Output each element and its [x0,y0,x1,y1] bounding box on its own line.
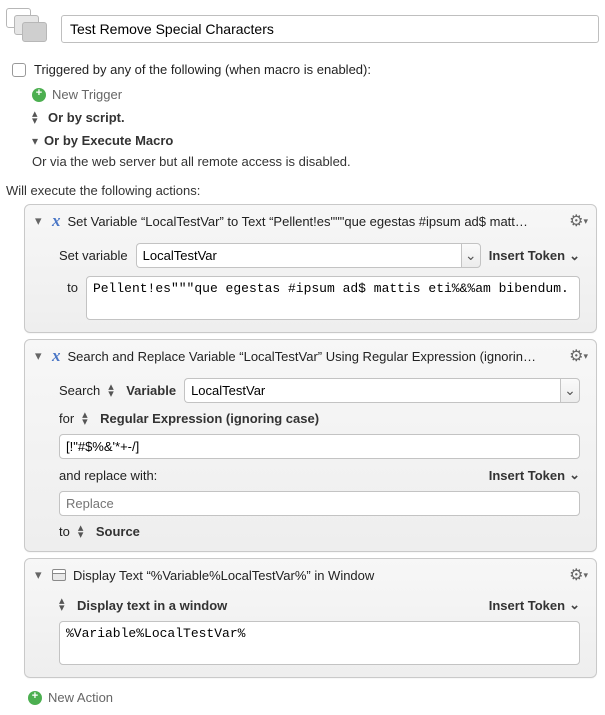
trigger-script-option[interactable]: Or by script. [32,106,595,129]
collapse-toggle-icon[interactable] [35,213,45,229]
search-variable-input[interactable] [184,378,560,403]
updown-icon[interactable] [78,525,88,539]
collapse-toggle-icon[interactable] [35,348,45,364]
insert-token-button[interactable]: Insert Token⌄ [489,467,580,483]
to-text-input[interactable] [86,276,580,320]
updown-icon[interactable] [82,412,92,426]
action-set-variable[interactable]: x Set Variable “LocalTestVar” to Text “P… [24,204,597,333]
gear-icon: ⚙ [569,346,583,366]
to-dest-selector[interactable]: Source [96,524,140,539]
gear-icon: ⚙ [569,211,583,231]
trigger-execute-option[interactable]: Or by Execute Macro [32,129,595,152]
new-trigger-button[interactable]: + New Trigger [32,83,595,106]
updown-icon [32,111,42,125]
action-title: Set Variable “LocalTestVar” to Text “Pel… [68,214,563,229]
new-action-button[interactable]: + New Action [6,678,599,705]
insert-token-button[interactable]: Insert Token⌄ [489,248,580,264]
gear-icon: ⚙ [569,565,583,585]
display-text-input[interactable] [59,621,580,665]
updown-icon[interactable] [59,598,69,612]
regex-mode-selector[interactable]: Regular Expression (ignoring case) [100,411,319,426]
to-label: to [59,524,70,539]
variable-icon: x [52,211,61,231]
trigger-checkbox-label: Triggered by any of the following (when … [34,62,371,77]
action-gear-menu[interactable]: ⚙▾ [569,565,588,585]
variable-name-input[interactable] [136,243,461,268]
variable-name-dropdown[interactable]: ⌄ [461,243,481,268]
new-trigger-label: New Trigger [52,87,122,102]
collapse-toggle-icon[interactable] [35,567,45,583]
insert-token-button[interactable]: Insert Token⌄ [489,597,580,613]
search-variable-dropdown[interactable]: ⌄ [560,378,580,403]
to-label: to [59,276,78,295]
action-title: Search and Replace Variable “LocalTestVa… [68,349,563,364]
trigger-enable-checkbox[interactable] [12,63,26,77]
updown-icon[interactable] [108,384,118,398]
trigger-script-label: Or by script. [48,110,125,125]
macro-title-input[interactable] [61,15,599,43]
action-gear-menu[interactable]: ⚙▾ [569,346,588,366]
regex-pattern-input[interactable] [59,434,580,459]
plus-icon: + [32,88,46,102]
action-display-text[interactable]: Display Text “%Variable%LocalTestVar%” i… [24,558,597,678]
display-mode-selector[interactable]: Display text in a window [77,598,227,613]
search-variable-selector[interactable]: Variable [126,383,176,398]
set-variable-label: Set variable [59,248,128,263]
app-icon [6,8,53,50]
new-action-label: New Action [48,690,113,705]
window-icon [52,569,66,581]
action-search-replace[interactable]: x Search and Replace Variable “LocalTest… [24,339,597,552]
replace-input[interactable] [59,491,580,516]
for-label: for [59,411,74,426]
trigger-web-disabled-label: Or via the web server but all remote acc… [32,154,351,169]
replace-with-label: and replace with: [59,468,157,483]
action-gear-menu[interactable]: ⚙▾ [569,211,588,231]
trigger-execute-label: Or by Execute Macro [44,133,173,148]
chevron-down-icon [32,134,38,148]
execute-label: Will execute the following actions: [6,177,599,204]
variable-icon: x [52,346,61,366]
search-label: Search [59,383,100,398]
plus-icon: + [28,691,42,705]
action-title: Display Text “%Variable%LocalTestVar%” i… [73,568,562,583]
